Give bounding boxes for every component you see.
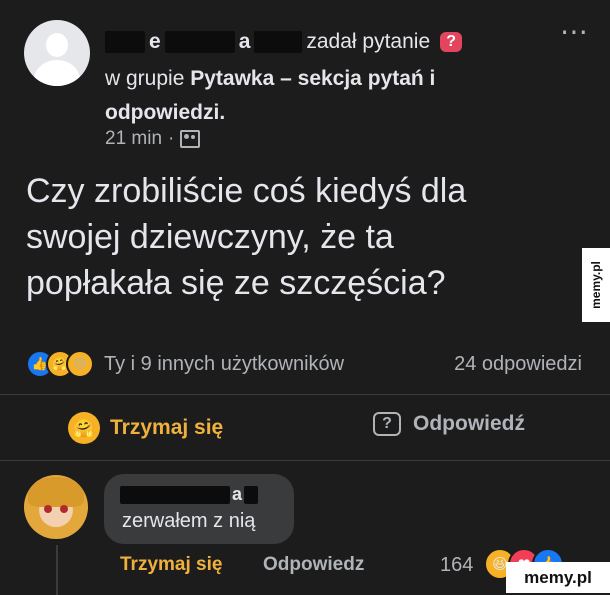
post-action-text: zadał pytanie xyxy=(306,30,431,53)
watermark-corner: memy.pl xyxy=(506,562,610,593)
answer-label: Odpowiedź xyxy=(413,412,525,435)
commenter-name-fragment: a xyxy=(232,484,243,504)
answer-bubble-icon: ? xyxy=(373,412,401,436)
reactions-summary[interactable]: 👍 🤗 😢 Ty i 9 innych użytkowników 24 odpo… xyxy=(26,348,586,380)
sad-icon: 😢 xyxy=(66,350,94,378)
meta-separator: · xyxy=(168,128,175,149)
avatar-body-shape xyxy=(34,60,80,86)
divider xyxy=(0,394,610,395)
reactions-text[interactable]: Ty i 9 innych użytkowników xyxy=(104,353,344,376)
censored-name-block xyxy=(244,485,259,504)
comment-care-button[interactable]: Trzymaj się xyxy=(120,554,222,576)
question-icon: ? xyxy=(440,32,463,52)
answer-button[interactable]: ? Odpowiedź xyxy=(373,412,525,436)
question-text: Czy zrobiliście coś kiedyś dla swojej dz… xyxy=(26,172,467,302)
censored-name-block xyxy=(120,485,230,504)
author-name-fragment[interactable]: a xyxy=(239,30,251,54)
thread-line xyxy=(56,545,58,595)
post-meta: 21 min · xyxy=(105,128,201,150)
care-reaction-button[interactable]: 🤗 Trzymaj się xyxy=(68,412,223,444)
censored-name-block xyxy=(164,31,235,53)
more-options-icon[interactable]: ⋯ xyxy=(560,18,589,46)
author-avatar[interactable] xyxy=(24,20,90,86)
comment-reply-button[interactable]: Odpowiedz xyxy=(263,554,364,576)
avatar-eye-shape xyxy=(44,505,52,513)
censored-name-block xyxy=(105,31,145,53)
group-line: w grupie Pytawka – sekcja pytań i odpowi… xyxy=(105,62,525,130)
censored-name-block xyxy=(254,31,303,53)
post-header-line: e a zadał pytanie ? xyxy=(105,30,463,54)
answers-count[interactable]: 24 odpowiedzi xyxy=(454,353,582,376)
watermark-side-text: memy.pl xyxy=(589,261,604,309)
commenter-name[interactable]: a xyxy=(120,484,259,505)
in-group-text: w grupie xyxy=(105,67,185,90)
avatar-eye-shape xyxy=(60,505,68,513)
avatar-hair-shape xyxy=(28,477,84,507)
avatar-head-shape xyxy=(46,33,68,57)
comment-reaction-count[interactable]: 164 xyxy=(440,554,473,577)
watermark-side: memy.pl xyxy=(582,248,610,322)
care-reaction-label: Trzymaj się xyxy=(110,416,224,439)
care-icon: 🤗 xyxy=(68,412,100,444)
divider xyxy=(0,460,610,461)
commenter-avatar[interactable] xyxy=(24,475,88,539)
comment-text: zerwałem z nią xyxy=(122,510,256,532)
group-privacy-icon xyxy=(180,130,201,148)
post-time[interactable]: 21 min xyxy=(105,128,162,150)
author-name-fragment[interactable]: e xyxy=(149,30,161,54)
